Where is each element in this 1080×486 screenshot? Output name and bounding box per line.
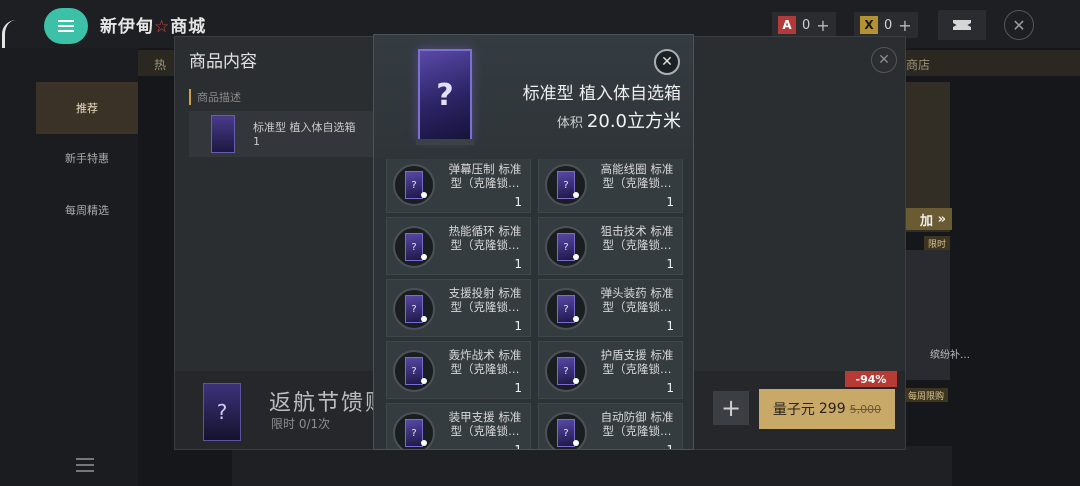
close-icon: ✕: [878, 52, 890, 68]
implant-icon: ?: [545, 412, 587, 449]
shop-close-button[interactable]: ✕: [1004, 10, 1034, 40]
implant-item[interactable]: ? 装甲支援 标准 型（克隆锁… 1: [386, 403, 531, 449]
implant-item[interactable]: ? 支援投射 标准 型（克隆锁… 1: [386, 279, 531, 337]
bundle-box-icon: ?: [203, 383, 241, 441]
popup-item-name: 标准型 植入体自选箱: [522, 84, 681, 104]
popup-header: ? ✕ 标准型 植入体自选箱 体积 20.0立方米: [374, 35, 693, 159]
implant-item[interactable]: ? 护盾支援 标准 型（克隆锁… 1: [538, 341, 683, 399]
currency-a-display: A 0 +: [772, 12, 836, 38]
currency-x-add-button[interactable]: +: [898, 16, 911, 35]
sidebar-item-recommend[interactable]: 推荐: [36, 82, 138, 134]
implant-icon: ?: [545, 350, 587, 392]
quantity-plus-button[interactable]: +: [713, 391, 749, 425]
currency-a-amount: 0: [802, 17, 811, 33]
plus-icon: +: [720, 394, 742, 422]
ticket-icon: [953, 20, 971, 30]
menu-icon: [58, 20, 74, 32]
implant-item[interactable]: ? 狙击技术 标准 型（克隆锁… 1: [538, 217, 683, 275]
limited-tag: 限时: [924, 236, 951, 250]
close-icon: ✕: [1012, 15, 1026, 35]
content-dialog-title: 商品内容: [189, 52, 257, 72]
description-item-name: 标准型 植入体自选箱: [253, 121, 356, 134]
implant-item[interactable]: ? 热能循环 标准 型（克隆锁… 1: [386, 217, 531, 275]
implant-icon: ?: [393, 226, 435, 268]
currency-x-display: X 0 +: [854, 12, 918, 38]
popup-close-button[interactable]: ✕: [654, 49, 680, 75]
currency-x-icon: X: [860, 16, 878, 34]
implant-icon: ?: [545, 164, 587, 206]
tab-shop[interactable]: 商店: [906, 56, 930, 73]
implant-item[interactable]: ? 弹头装药 标准 型（克隆锁… 1: [538, 279, 683, 337]
implant-icon: ?: [545, 226, 587, 268]
implant-box-icon: ?: [416, 49, 474, 145]
item-detail-popup: ? ✕ 标准型 植入体自选箱 体积 20.0立方米 ? 弹幕压制 标准 型（克隆锁…: [373, 34, 694, 450]
bottom-card-row: [232, 446, 952, 486]
tab-hot[interactable]: 热: [154, 56, 166, 73]
implant-icon: ?: [393, 412, 435, 449]
implant-grid: ? 弹幕压制 标准 型（克隆锁… 1 ? 高能线圈 标准 型（克隆锁… 1 ? 热能…: [386, 159, 683, 449]
weekly-limit-tag: 每周限购: [904, 388, 949, 402]
implant-box-icon: [211, 115, 235, 153]
bundle-name: 返航节馈赠: [269, 391, 390, 416]
popup-volume: 体积 20.0立方米: [556, 111, 681, 132]
currency-x-amount: 0: [884, 17, 893, 33]
implant-item[interactable]: ? 高能线圈 标准 型（克隆锁… 1: [538, 159, 683, 213]
sidebar-item-weekly[interactable]: 每周精选: [36, 184, 138, 236]
main-menu-button[interactable]: [44, 8, 88, 44]
description-label: 商品描述: [189, 89, 241, 105]
star-icon: ☆: [154, 17, 171, 37]
currency-a-add-button[interactable]: +: [816, 16, 829, 35]
close-icon: ✕: [661, 54, 673, 70]
implant-icon: ?: [545, 288, 587, 330]
content-dialog-close-button[interactable]: ✕: [871, 47, 897, 73]
implant-icon: ?: [393, 164, 435, 206]
double-chevron-icon: »: [937, 211, 946, 227]
item-card-name: 缤纷补…: [930, 350, 970, 361]
implant-item[interactable]: ? 轰炸战术 标准 型（克隆锁… 1: [386, 341, 531, 399]
implant-item[interactable]: ? 弹幕压制 标准 型（克隆锁… 1: [386, 159, 531, 213]
ticket-button[interactable]: [938, 10, 986, 40]
description-item-qty: 1: [253, 135, 260, 148]
app-title: 新伊甸☆商城: [100, 17, 207, 37]
implant-icon: ?: [393, 288, 435, 330]
currency-a-icon: A: [778, 16, 796, 34]
bundle-limit: 限时 0/1次: [271, 417, 331, 431]
implant-item[interactable]: ? 自动防御 标准 型（克隆锁… 1: [538, 403, 683, 449]
description-item[interactable]: 标准型 植入体自选箱 1: [189, 111, 375, 157]
implant-icon: ?: [393, 350, 435, 392]
sidebar-menu-icon[interactable]: [76, 458, 94, 472]
buy-button[interactable]: 量子元 299 5,000: [759, 389, 895, 429]
sidebar-item-newbie[interactable]: 新手特惠: [36, 132, 138, 184]
discount-badge: -94%: [845, 371, 897, 387]
implant-list[interactable]: ? 弹幕压制 标准 型（克隆锁… 1 ? 高能线圈 标准 型（克隆锁… 1 ? 热能…: [386, 159, 683, 449]
